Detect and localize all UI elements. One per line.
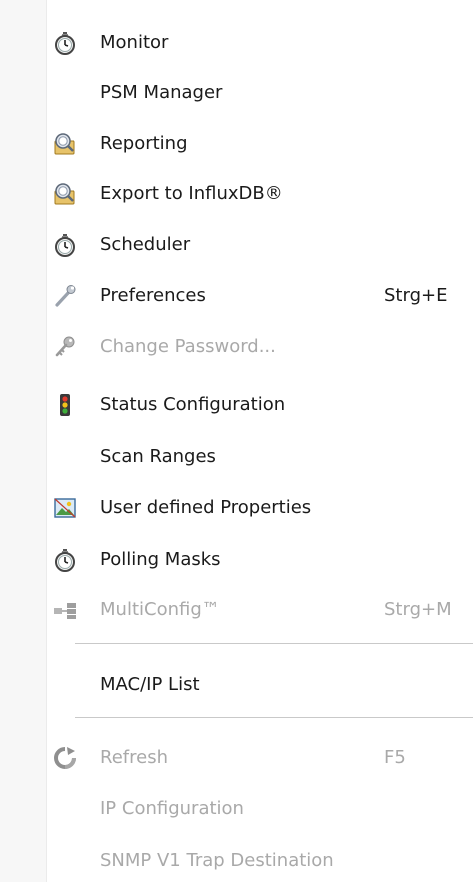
menu-item-label: User defined Properties: [100, 497, 312, 518]
menu-item-monitor[interactable]: Monitor: [0, 23, 473, 63]
menu-item-label: MultiConfig™: [100, 599, 220, 620]
stopwatch-icon: [53, 31, 77, 55]
menu-item-label: MAC/IP List: [100, 674, 200, 695]
menu-item-preferences[interactable]: Preferences Strg+E: [0, 276, 473, 316]
menu-item-reporting[interactable]: Reporting: [0, 124, 473, 164]
menu-item-label: Polling Masks: [100, 549, 221, 570]
menu-item-label: Scheduler: [100, 234, 191, 255]
traffic-light-icon: [53, 393, 77, 417]
report-icon: [53, 182, 77, 206]
menu-item-scan-ranges[interactable]: Scan Ranges: [0, 437, 473, 477]
menu-item-label: Preferences: [100, 285, 206, 306]
menu-item-ip-configuration[interactable]: IP Configuration: [0, 789, 473, 829]
menu-item-label: Refresh: [100, 747, 168, 768]
menu-item-label: Monitor: [100, 32, 169, 53]
menu-item-user-defined-properties[interactable]: User defined Properties: [0, 488, 473, 528]
menu-item-psm-manager[interactable]: PSM Manager: [0, 73, 473, 113]
menu-item-multiconfig[interactable]: MultiConfig™ Strg+M: [0, 590, 473, 630]
menu-item-shortcut: Strg+E: [384, 285, 448, 306]
stopwatch-icon: [53, 233, 77, 257]
menu-item-label: Reporting: [100, 133, 188, 154]
menu-item-mac-ip-list[interactable]: MAC/IP List: [0, 665, 473, 705]
key-icon: [53, 335, 77, 359]
menu-separator: [75, 717, 473, 718]
menu-item-polling-masks[interactable]: Polling Masks: [0, 540, 473, 580]
menu-item-label: Change Password...: [100, 336, 276, 357]
wrench-icon: [53, 284, 77, 308]
menu-item-label: Status Configuration: [100, 394, 286, 415]
menu-item-scheduler[interactable]: Scheduler: [0, 225, 473, 265]
menu-item-status-configuration[interactable]: Status Configuration: [0, 385, 473, 425]
menu-item-refresh[interactable]: Refresh F5: [0, 738, 473, 778]
stopwatch-icon: [53, 548, 77, 572]
report-icon: [53, 132, 77, 156]
menu-item-shortcut: Strg+M: [384, 599, 452, 620]
menu-item-export-influxdb[interactable]: Export to InfluxDB®: [0, 174, 473, 214]
menu-item-label: IP Configuration: [100, 798, 244, 819]
menu-item-shortcut: F5: [384, 747, 406, 768]
menu-item-change-password[interactable]: Change Password...: [0, 327, 473, 367]
menu-item-label: Export to InfluxDB®: [100, 183, 283, 204]
properties-image-icon: [53, 496, 77, 520]
context-menu: Monitor PSM Manager Reporting Export to …: [0, 0, 473, 882]
menu-item-label: PSM Manager: [100, 82, 223, 103]
menu-item-label: Scan Ranges: [100, 446, 216, 467]
menu-item-snmp-v1-trap-destination[interactable]: SNMP V1 Trap Destination: [0, 841, 473, 881]
menu-separator: [75, 643, 473, 644]
menu-item-label: SNMP V1 Trap Destination: [100, 850, 334, 871]
refresh-icon: [53, 746, 77, 770]
multiconfig-icon: [53, 598, 77, 622]
